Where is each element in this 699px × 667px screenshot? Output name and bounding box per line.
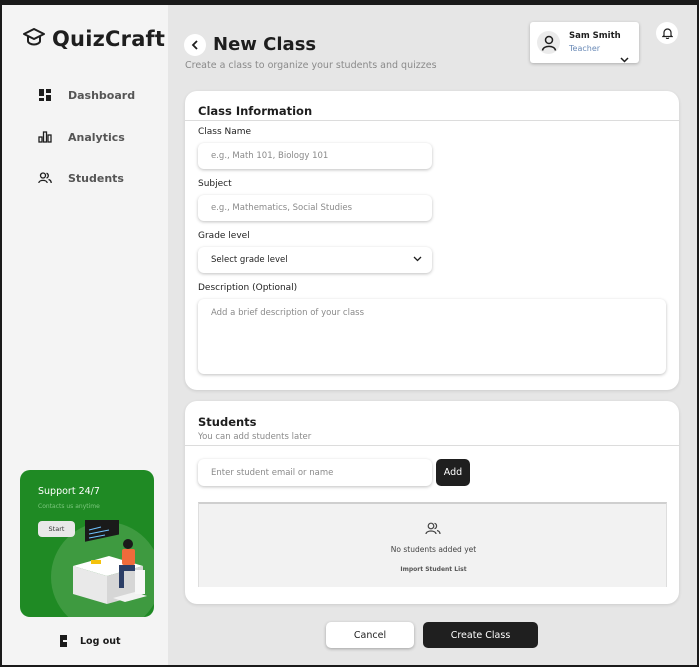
sidebar-item-label: Analytics: [68, 130, 125, 144]
add-student-button[interactable]: Add: [436, 459, 470, 486]
grade-level-select[interactable]: Select grade level: [198, 247, 432, 273]
empty-state-text: No students added yet: [390, 545, 477, 554]
class-name-placeholder: e.g., Math 101, Biology 101: [211, 151, 329, 161]
description-label: Description (Optional): [198, 283, 298, 293]
description-field[interactable]: Add a brief description of your class: [198, 299, 666, 374]
user-menu[interactable]: Sam Smith Teacher: [530, 22, 639, 63]
logout-icon: [60, 635, 70, 647]
users-icon: [425, 520, 441, 539]
support-title: Support 24/7: [38, 486, 100, 497]
subject-label: Subject: [198, 179, 232, 189]
sidebar-item-students[interactable]: Students: [38, 171, 124, 185]
students-empty-state: No students added yet Import Student Lis…: [198, 502, 667, 587]
students-subtitle: You can add students later: [198, 432, 312, 442]
class-information-title: Class Information: [198, 104, 313, 118]
chevron-down-icon: [620, 48, 629, 67]
chevron-down-icon: [413, 255, 422, 265]
bar-chart-icon: [38, 130, 52, 144]
logout-button[interactable]: Log out: [60, 635, 121, 647]
sidebar-item-dashboard[interactable]: Dashboard: [38, 88, 135, 102]
support-subtitle: Contacts us anytime: [38, 503, 100, 510]
class-name-field[interactable]: e.g., Math 101, Biology 101: [198, 143, 432, 169]
students-title: Students: [198, 415, 257, 429]
logout-label: Log out: [80, 635, 121, 647]
sidebar: QuizCraft Dashboard Analytics Students S…: [2, 5, 168, 665]
support-illustration: [65, 510, 154, 617]
page-subtitle: Create a class to organize your students…: [185, 60, 437, 71]
graduation-cap-icon: [22, 25, 46, 53]
students-card: Students You can add students later Ente…: [185, 401, 679, 604]
student-input-placeholder: Enter student email or name: [211, 467, 334, 478]
dashboard-icon: [38, 88, 52, 102]
app-window: QuizCraft Dashboard Analytics Students S…: [2, 5, 697, 665]
page-title: New Class: [213, 34, 317, 55]
sidebar-item-label: Students: [68, 171, 124, 185]
class-name-label: Class Name: [198, 127, 252, 137]
create-class-button[interactable]: Create Class: [423, 622, 538, 648]
app-name: QuizCraft: [52, 27, 166, 51]
class-information-card: Class Information Class Name e.g., Math …: [185, 91, 679, 390]
sidebar-item-analytics[interactable]: Analytics: [38, 130, 125, 144]
grade-level-label: Grade level: [198, 231, 250, 241]
import-student-list-link[interactable]: Import Student List: [199, 566, 668, 573]
back-button[interactable]: [184, 34, 206, 56]
grade-level-value: Select grade level: [211, 255, 288, 265]
chevron-left-icon: [191, 40, 198, 50]
support-card: Support 24/7 Contacts us anytime Start: [20, 470, 154, 617]
student-search-input[interactable]: Enter student email or name: [198, 459, 432, 486]
logo[interactable]: QuizCraft: [22, 25, 165, 53]
user-role: Teacher: [569, 44, 601, 53]
avatar: [537, 31, 560, 54]
sidebar-item-label: Dashboard: [68, 88, 136, 102]
divider: [185, 120, 679, 121]
description-placeholder: Add a brief description of your class: [211, 308, 365, 318]
user-icon: [541, 35, 556, 51]
subject-placeholder: e.g., Mathematics, Social Studies: [211, 203, 353, 213]
cancel-button[interactable]: Cancel: [326, 622, 414, 648]
bell-icon: [661, 28, 673, 39]
users-icon: [38, 171, 52, 185]
subject-field[interactable]: e.g., Mathematics, Social Studies: [198, 195, 432, 221]
user-name: Sam Smith: [569, 31, 621, 41]
divider: [185, 445, 679, 446]
notifications-button[interactable]: [656, 22, 678, 44]
